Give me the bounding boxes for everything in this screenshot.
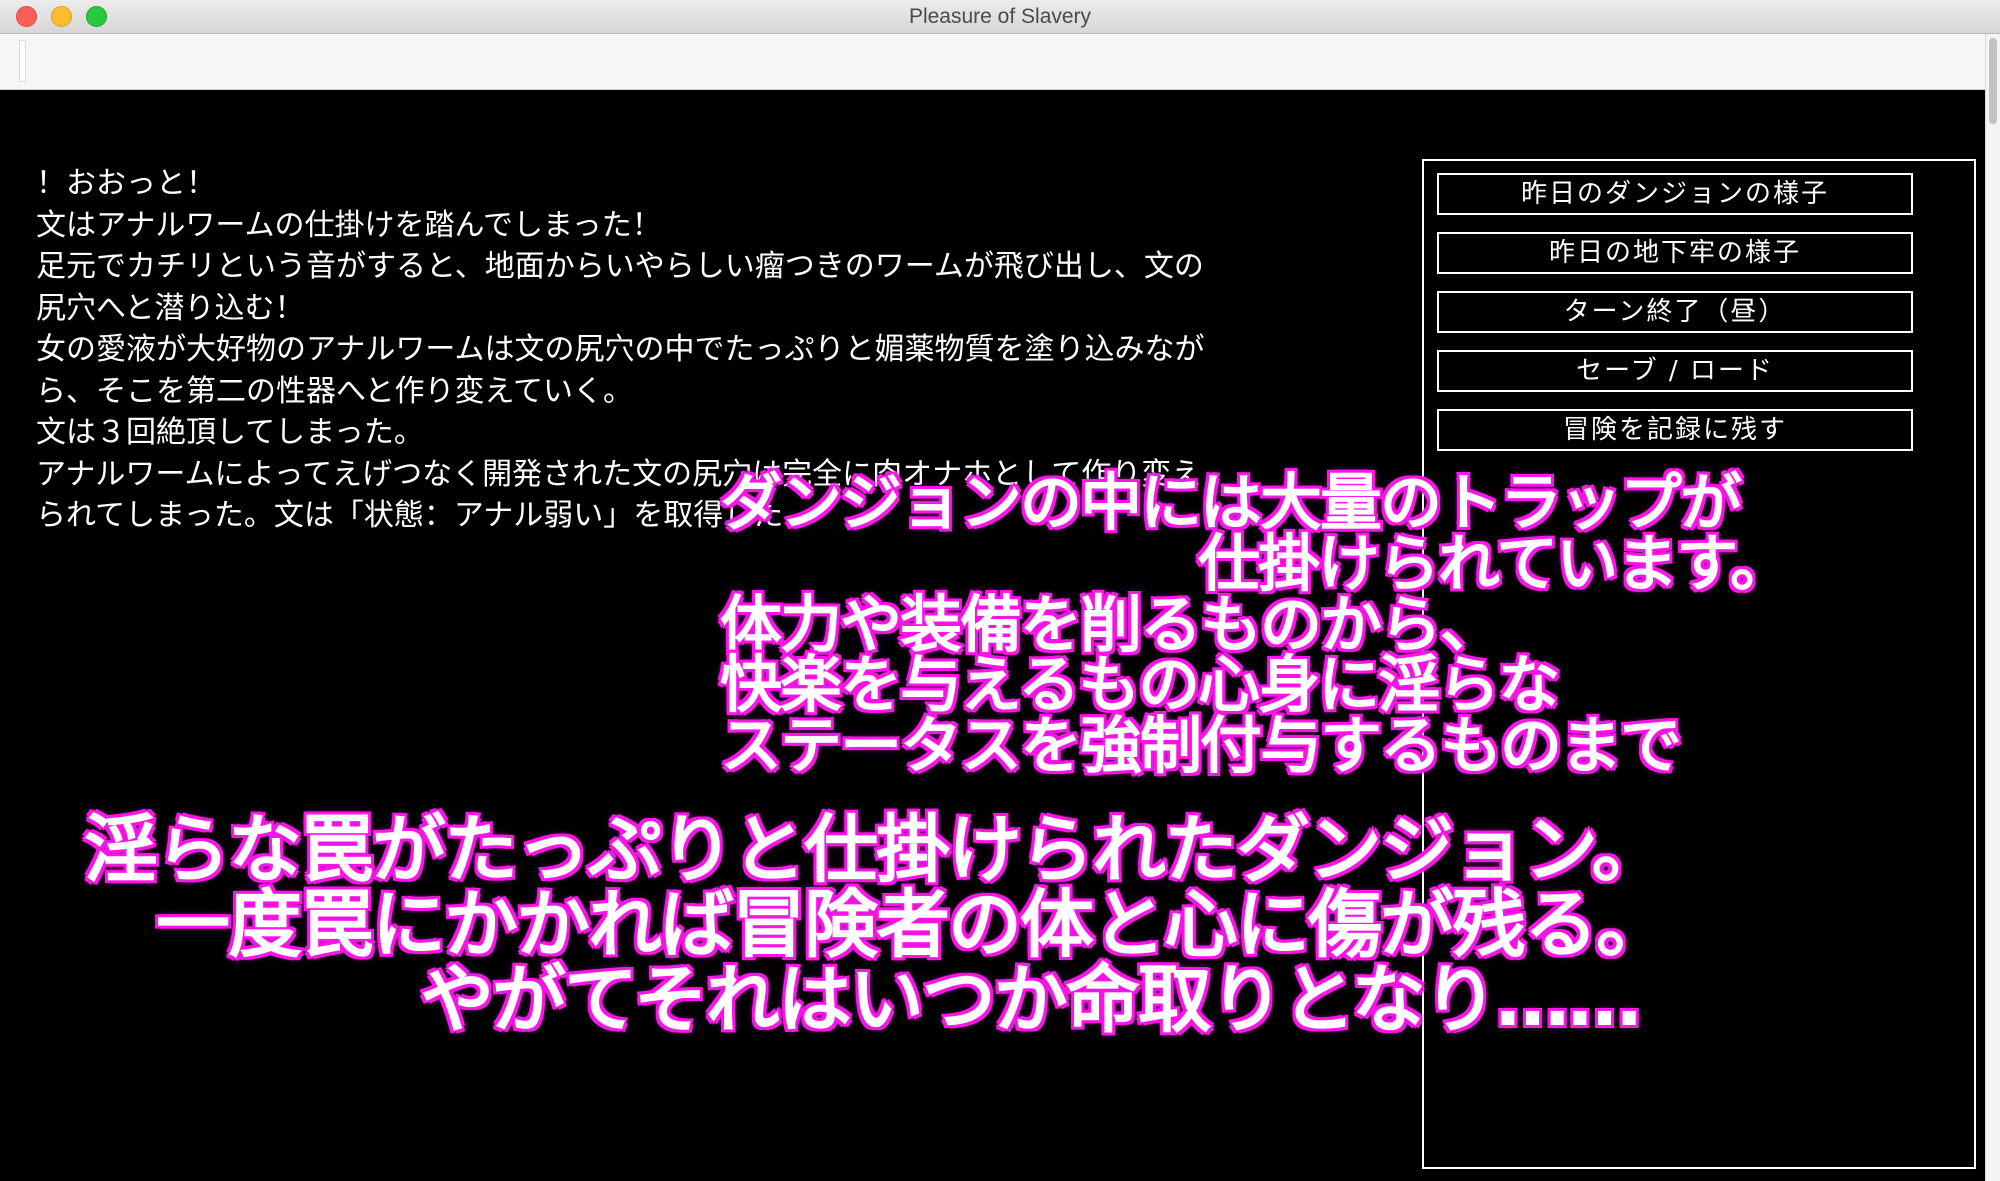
- yesterday-dungeon-button[interactable]: 昨日のダンジョンの様子: [1437, 173, 1913, 215]
- window-title: Pleasure of Slavery: [908, 5, 1092, 28]
- promo-caption-line: ステータスを強制付与するものまで: [718, 707, 1684, 784]
- end-turn-button[interactable]: ターン終了（昼）: [1437, 291, 1913, 333]
- log-line: 足元でカチリという音がすると、地面からいやらしい瘤つきのワームが飛び出し、文の: [36, 249, 1204, 284]
- log-line: 女の愛液が大好物のアナルワームは文の尻穴の中でたっぷりと媚薬物質を塗り込みなが: [36, 332, 1205, 367]
- vertical-scrollbar[interactable]: [1985, 34, 2000, 1181]
- log-line: ら、そこを第二の性器へと作り変えていく。: [36, 373, 633, 409]
- yesterday-dungeon-cell-button[interactable]: 昨日の地下牢の様子: [1437, 232, 1913, 274]
- log-line: 文はアナルワームの仕掛けを踏んでしまった！: [36, 207, 662, 243]
- scrollbar-thumb[interactable]: [1989, 38, 1997, 124]
- toolbar-strip: [0, 34, 1985, 90]
- promo-caption-line: やがてそれはいつか命取りとなり……: [418, 955, 1644, 1045]
- window-titlebar: Pleasure of Slavery: [0, 0, 2000, 34]
- save-load-button[interactable]: セーブ / ロード: [1437, 350, 1913, 392]
- log-line: 尻穴へと潜り込む！: [36, 290, 305, 326]
- log-line: ！おおっと！: [36, 166, 216, 201]
- log-line: 文は３回絶頂してしまった。: [36, 415, 424, 450]
- text-caret: [19, 40, 26, 82]
- record-adventure-button[interactable]: 冒険を記録に残す: [1437, 409, 1913, 451]
